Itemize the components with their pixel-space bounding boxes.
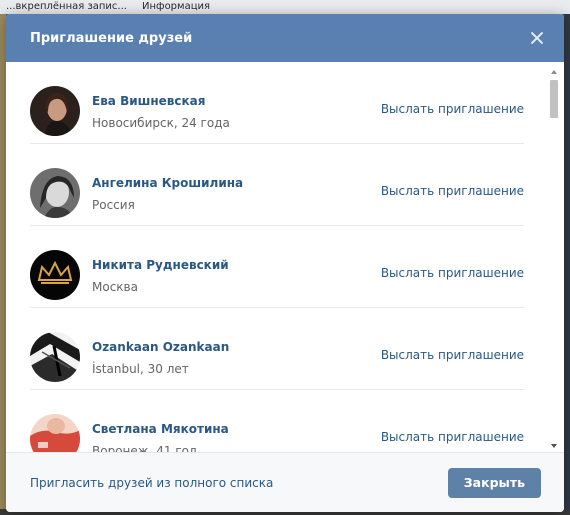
scroll-down-arrow-icon[interactable] <box>551 444 557 448</box>
friend-subtitle: Воронеж, 41 год <box>92 444 198 452</box>
send-invite-link[interactable]: Выслать приглашение <box>381 184 524 198</box>
send-invite-link[interactable]: Выслать приглашение <box>381 102 524 116</box>
send-invite-link[interactable]: Выслать приглашение <box>381 348 524 362</box>
avatar[interactable] <box>30 168 80 218</box>
friend-subtitle: Новосибирск, 24 года <box>92 116 230 130</box>
friends-list: Ева Вишневская Новосибирск, 24 года Высл… <box>30 62 524 452</box>
invite-friends-modal: Приглашение друзей Ева Вишневская Новоси… <box>6 14 564 512</box>
scroll-up-arrow-icon[interactable] <box>551 70 557 74</box>
close-button[interactable]: Закрыть <box>447 467 541 498</box>
friend-name[interactable]: Ангелина Крошилина <box>92 176 243 190</box>
invite-from-full-list-link[interactable]: Пригласить друзей из полного списка <box>30 476 273 490</box>
list-item: Светлана Мякотина Воронеж, 41 год Выслат… <box>30 390 524 452</box>
background-tabs: ...вкреплённая запис... Информация <box>0 0 570 14</box>
list-item: Никита Рудневский Москва Выслать приглаш… <box>30 226 524 308</box>
scroll-thumb[interactable] <box>550 80 558 118</box>
friend-name[interactable]: Никита Рудневский <box>92 258 229 272</box>
friend-subtitle: İstanbul, 30 лет <box>92 362 189 376</box>
background-right-edge <box>564 14 570 515</box>
background-tab-info: Информация <box>142 1 211 12</box>
avatar[interactable] <box>30 250 80 300</box>
modal-header: Приглашение друзей <box>6 14 564 62</box>
avatar[interactable] <box>30 332 80 382</box>
modal-footer: Пригласить друзей из полного списка Закр… <box>6 452 564 512</box>
friend-subtitle: Россия <box>92 198 135 212</box>
close-icon[interactable] <box>528 29 546 47</box>
list-item: Ozankaan Ozankaan İstanbul, 30 лет Высла… <box>30 308 524 390</box>
friend-subtitle: Москва <box>92 280 138 294</box>
send-invite-link[interactable]: Выслать приглашение <box>381 430 524 444</box>
avatar[interactable] <box>30 86 80 136</box>
friend-name[interactable]: Светлана Мякотина <box>92 422 229 436</box>
friend-name[interactable]: Ева Вишневская <box>92 94 205 108</box>
avatar[interactable] <box>30 414 80 452</box>
modal-title: Приглашение друзей <box>30 30 193 46</box>
scrollbar[interactable] <box>548 66 560 452</box>
send-invite-link[interactable]: Выслать приглашение <box>381 266 524 280</box>
friends-list-viewport: Ева Вишневская Новосибирск, 24 года Высл… <box>6 62 564 452</box>
list-item: Ева Вишневская Новосибирск, 24 года Высл… <box>30 62 524 144</box>
background-tab-pinned: ...вкреплённая запис... <box>6 1 127 12</box>
list-item: Ангелина Крошилина Россия Выслать пригла… <box>30 144 524 226</box>
friend-name[interactable]: Ozankaan Ozankaan <box>92 340 229 354</box>
